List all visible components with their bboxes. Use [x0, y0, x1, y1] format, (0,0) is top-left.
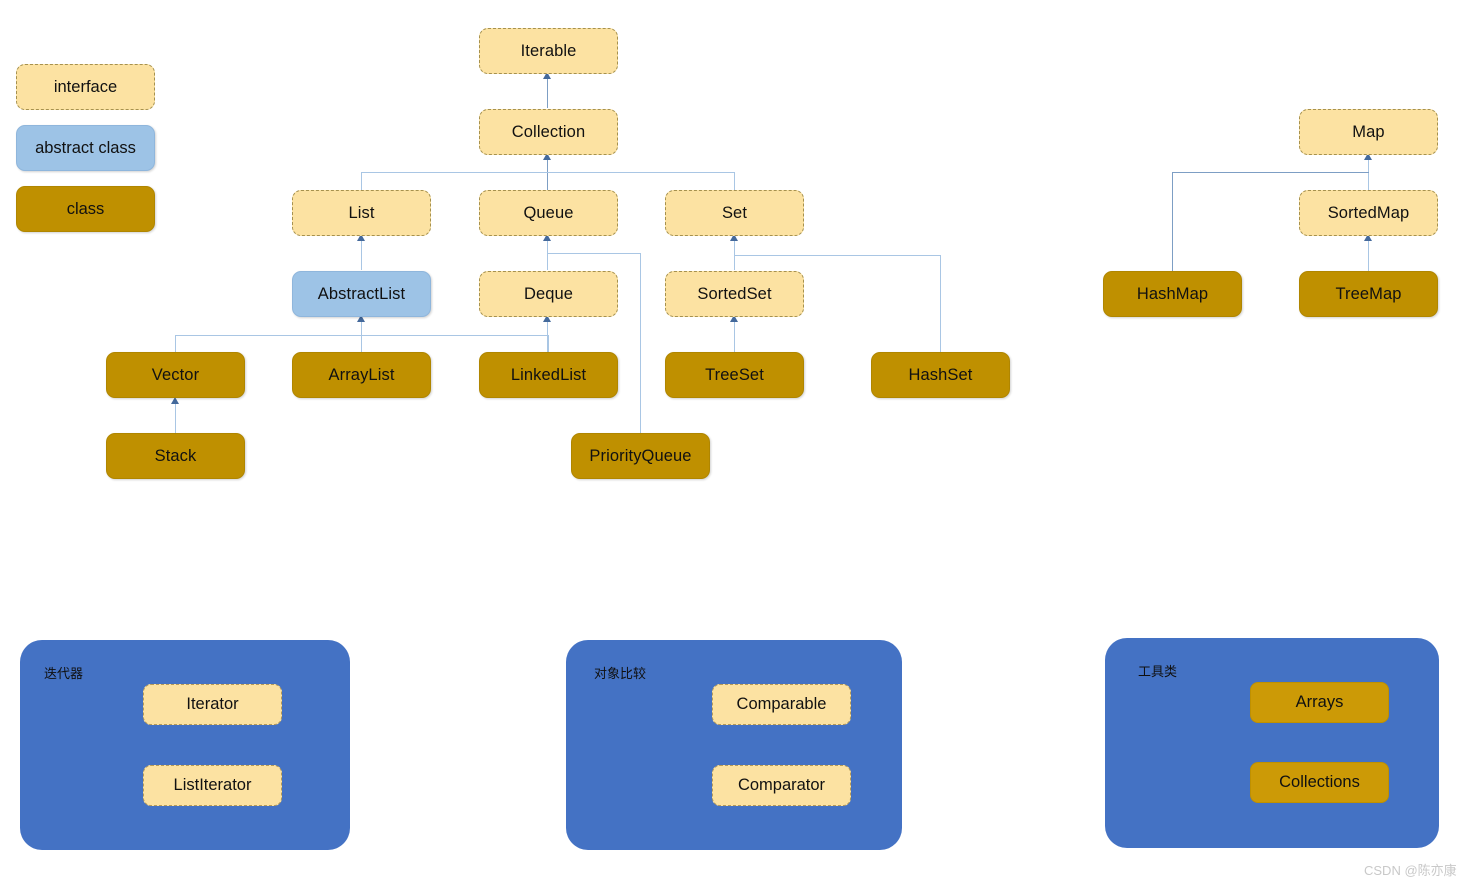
- node-treemap[interactable]: TreeMap: [1299, 271, 1438, 317]
- watermark-text: CSDN @陈亦康: [1364, 863, 1457, 878]
- panel-item-iterator[interactable]: Iterator: [143, 684, 282, 725]
- node-label-linkedlist: LinkedList: [510, 365, 587, 384]
- connector-hashset-elbow: [734, 255, 941, 257]
- node-label-set: Set: [721, 203, 748, 222]
- node-label-sortedmap: SortedMap: [1327, 203, 1410, 222]
- panel-item-comparator[interactable]: Comparator: [712, 765, 851, 806]
- connector-linkedlist-deque: [547, 322, 549, 354]
- connector-treemap-sortedmap: [1368, 241, 1370, 271]
- connector-drop-list: [361, 172, 363, 192]
- node-hashset[interactable]: HashSet: [871, 352, 1010, 398]
- node-label-treemap: TreeMap: [1335, 284, 1402, 303]
- node-arraylist[interactable]: ArrayList: [292, 352, 431, 398]
- node-label-iterable: Iterable: [520, 41, 577, 60]
- node-label-hashmap: HashMap: [1136, 284, 1209, 303]
- node-treeset[interactable]: TreeSet: [665, 352, 804, 398]
- panel-item-comparable[interactable]: Comparable: [712, 684, 851, 725]
- panel-item-label-comparable: Comparable: [736, 695, 827, 713]
- panel-item-listiterator[interactable]: ListIterator: [143, 765, 282, 806]
- connector-drop-set: [734, 172, 736, 192]
- node-label-priorityqueue: PriorityQueue: [589, 446, 692, 465]
- node-label-treeset: TreeSet: [705, 365, 764, 384]
- panel-item-label-listiterator: ListIterator: [173, 776, 252, 794]
- connector-sortedmap-map: [1368, 160, 1370, 190]
- node-label-list: List: [348, 203, 375, 222]
- node-label-deque: Deque: [523, 284, 574, 303]
- node-abstractlist[interactable]: AbstractList: [292, 271, 431, 317]
- diagram-canvas: interface abstract class class Iterable …: [0, 0, 1481, 884]
- connector-arraylist-abstractlist: [361, 322, 363, 353]
- node-sortedset[interactable]: SortedSet: [665, 271, 804, 317]
- panel-item-label-collections: Collections: [1279, 773, 1360, 791]
- legend-item-abstract-class: abstract class: [16, 125, 155, 171]
- panel-item-arrays[interactable]: Arrays: [1250, 682, 1389, 723]
- legend-item-class: class: [16, 186, 155, 232]
- node-hashmap[interactable]: HashMap: [1103, 271, 1242, 317]
- connector-bus-abstractlist-children: [175, 335, 549, 337]
- legend-label-abstract-class: abstract class: [35, 138, 136, 157]
- node-label-hashset: HashSet: [908, 365, 973, 384]
- connector-treeset-sortedset: [734, 322, 736, 354]
- legend-label-interface: interface: [53, 77, 118, 96]
- connector-priorityqueue-elbow: [547, 253, 641, 255]
- node-list[interactable]: List: [292, 190, 431, 236]
- panel-title-object-comparison: 对象比较: [594, 666, 647, 681]
- node-priorityqueue[interactable]: PriorityQueue: [571, 433, 710, 479]
- arrowhead-vector: [171, 397, 179, 404]
- panel-title-iterator: 迭代器: [44, 666, 84, 681]
- node-linkedlist[interactable]: LinkedList: [479, 352, 618, 398]
- node-label-arraylist: ArrayList: [328, 365, 395, 384]
- node-collection[interactable]: Collection: [479, 109, 618, 155]
- connector-stack-vector: [175, 404, 177, 434]
- connector-collection-stub: [547, 160, 549, 190]
- panel-item-label-arrays: Arrays: [1295, 693, 1344, 711]
- connector-hashmap-riser: [1172, 172, 1174, 271]
- connector-bus-collection-children: [361, 172, 735, 174]
- node-stack[interactable]: Stack: [106, 433, 245, 479]
- connector-abstractlist-list: [361, 241, 363, 270]
- node-set[interactable]: Set: [665, 190, 804, 236]
- connector-hashset-riser: [940, 255, 942, 354]
- node-label-map: Map: [1352, 122, 1385, 141]
- legend-label-class: class: [66, 199, 105, 218]
- connector-priorityqueue-riser: [640, 253, 642, 433]
- node-vector[interactable]: Vector: [106, 352, 245, 398]
- node-label-stack: Stack: [154, 446, 197, 465]
- node-iterable[interactable]: Iterable: [479, 28, 618, 74]
- node-deque[interactable]: Deque: [479, 271, 618, 317]
- node-map[interactable]: Map: [1299, 109, 1438, 155]
- node-label-abstractlist: AbstractList: [317, 284, 406, 303]
- panel-item-label-comparator: Comparator: [737, 776, 826, 794]
- node-sortedmap[interactable]: SortedMap: [1299, 190, 1438, 236]
- node-label-queue: Queue: [523, 203, 574, 222]
- connector-deque-queue: [547, 241, 549, 270]
- panel-item-label-iterator: Iterator: [186, 695, 239, 713]
- panel-item-collections[interactable]: Collections: [1250, 762, 1389, 803]
- connector-collection-iterable: [547, 79, 549, 108]
- legend-item-interface: interface: [16, 64, 155, 110]
- node-queue[interactable]: Queue: [479, 190, 618, 236]
- node-label-vector: Vector: [151, 365, 200, 384]
- node-label-sortedset: SortedSet: [697, 284, 772, 303]
- connector-hashmap-elbow: [1172, 172, 1369, 174]
- panel-title-utility-classes: 工具类: [1138, 664, 1178, 679]
- node-label-collection: Collection: [511, 122, 586, 141]
